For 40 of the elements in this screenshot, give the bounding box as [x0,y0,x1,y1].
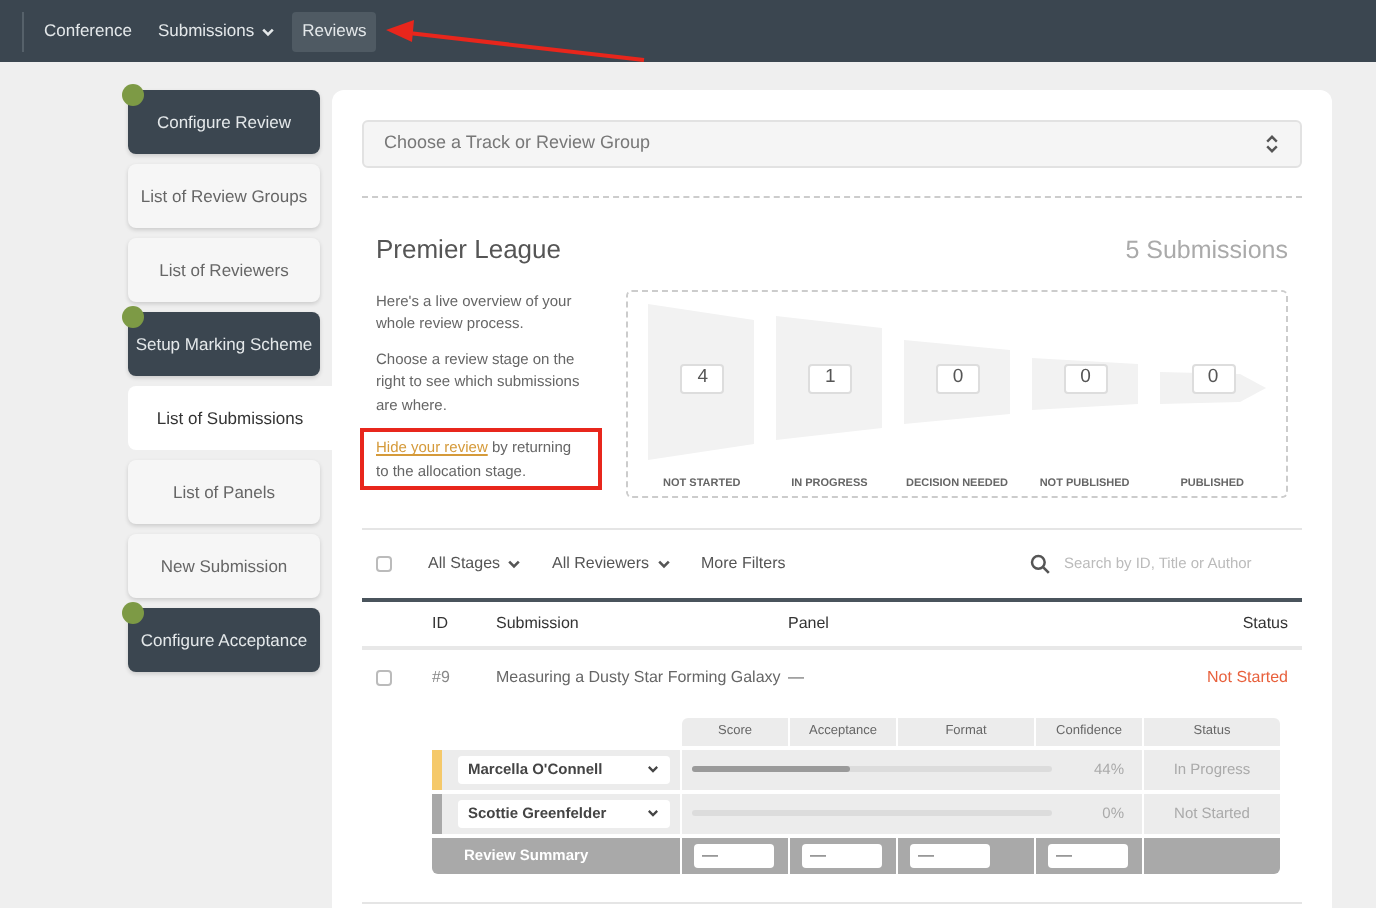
table-cell-text: — [788,665,806,690]
chevron-down-icon [646,806,660,821]
stage-count: 4 [680,363,725,394]
funnel-stage[interactable] [648,303,755,460]
table-cell-text: #9 [432,665,452,690]
sidebar-item[interactable]: Configure Acceptance [128,608,320,672]
sidebar-item[interactable]: Configure Review [128,90,320,154]
column-header: Submission [496,611,581,636]
table-cell-text: Measuring a Dusty Star Forming Galaxy [496,665,783,690]
checkbox[interactable] [376,555,392,572]
column-header: Status [1242,611,1288,636]
summary-field: — [694,843,774,868]
sort-icon [1264,134,1280,154]
funnel-stage[interactable] [776,315,883,440]
filter-button[interactable]: All Reviewers [552,551,671,576]
nav-tab[interactable]: Submissions [147,11,287,51]
column-header: ID [432,611,450,636]
filter-button[interactable]: More Filters [701,551,786,576]
sidebar-item[interactable]: List of Panels [128,460,320,524]
filter-button[interactable]: All Stages [428,551,523,576]
checkbox[interactable] [376,669,392,686]
sidebar-item[interactable]: List of Submissions [128,386,332,450]
sidebar-item[interactable]: New Submission [128,534,320,598]
status-text: Not Started [1207,665,1288,690]
nav-tab[interactable]: Reviews [292,11,377,51]
stage-count: 0 [1191,363,1236,394]
summary-field: — [1048,843,1128,868]
sidebar-item[interactable]: List of Review Groups [128,164,320,228]
nav-tab[interactable]: Conference [34,11,142,51]
sidebar-item[interactable]: Setup Marking Scheme [128,312,320,376]
summary-field: — [802,843,882,868]
stage-count: 1 [808,363,853,394]
track-select[interactable]: Choose a Track or Review Group [362,120,1302,168]
chevron-down-icon [646,762,660,777]
submission-count: 5 Submissions [1125,234,1288,268]
summary-field: — [910,843,990,868]
overview-title: Premier League [376,232,561,268]
search-icon [1030,553,1050,574]
sidebar-item[interactable]: List of Reviewers [128,238,320,302]
column-header: Panel [788,611,831,636]
